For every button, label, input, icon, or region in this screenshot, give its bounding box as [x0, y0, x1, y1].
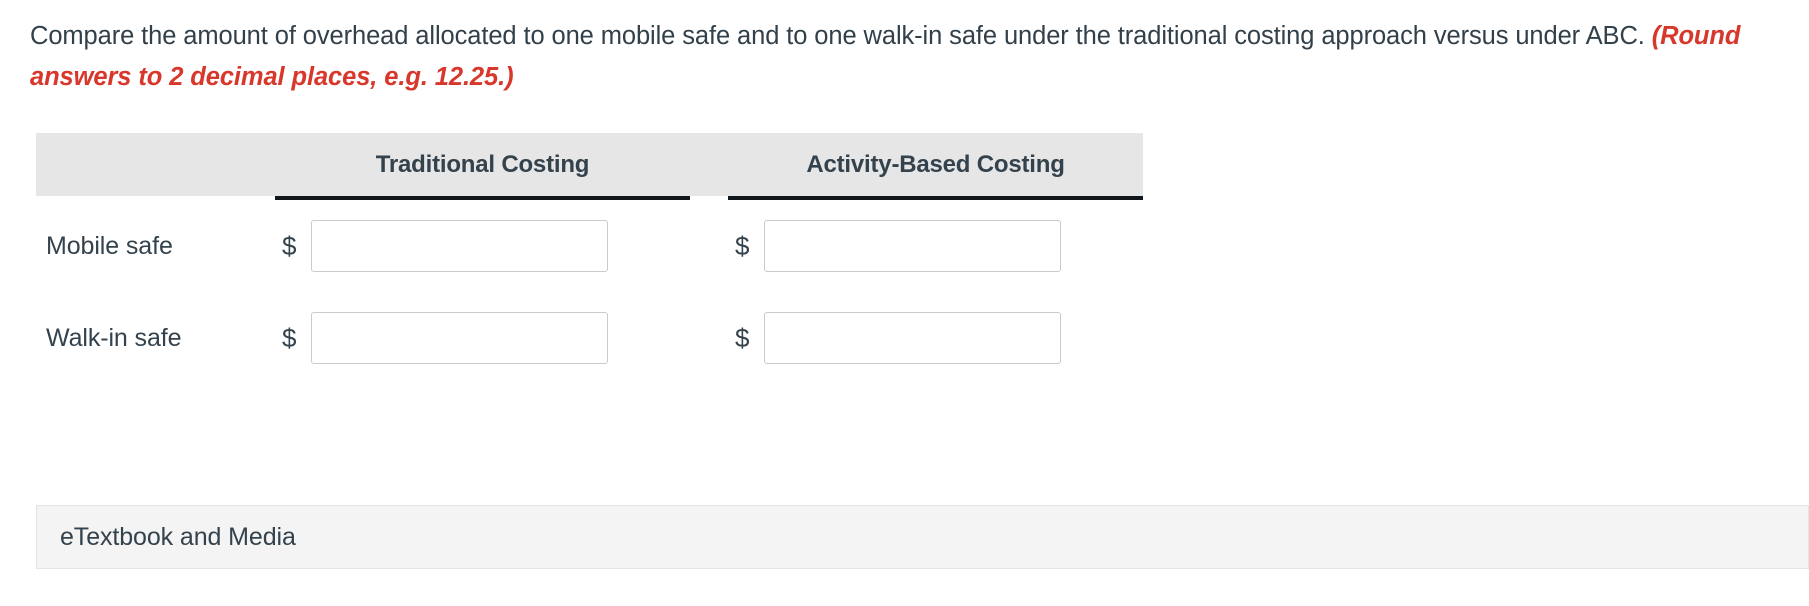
dollar-sign-icon: $	[282, 230, 297, 261]
table-header-row: Traditional Costing Activity-Based Costi…	[36, 133, 1143, 196]
input-mobile-safe-abc[interactable]	[764, 220, 1061, 272]
dollar-sign-icon: $	[735, 322, 750, 353]
etextbook-and-media-label: eTextbook and Media	[60, 522, 296, 551]
table-row: Walk-in safe $ $	[36, 292, 1143, 384]
table-header-column-gap	[690, 133, 728, 196]
dollar-sign-icon: $	[735, 230, 750, 261]
cell-mobile-safe-traditional: $	[275, 220, 690, 272]
underline-activity-based-costing	[728, 196, 1143, 200]
table-header-traditional-costing: Traditional Costing	[375, 150, 590, 178]
dollar-sign-icon: $	[282, 322, 297, 353]
table-row: Mobile safe $ $	[36, 200, 1143, 292]
cell-mobile-safe-abc: $	[728, 220, 1143, 272]
question-prompt: Compare the amount of overhead allocated…	[30, 16, 1790, 98]
prompt-text: Compare the amount of overhead allocated…	[30, 22, 1652, 50]
row-label-walk-in-safe: Walk-in safe	[46, 323, 182, 352]
underline-spacer	[36, 196, 275, 200]
table-header-activity-based-costing: Activity-Based Costing	[806, 150, 1065, 178]
row-label-mobile-safe: Mobile safe	[46, 231, 173, 260]
input-walk-in-safe-traditional[interactable]	[311, 312, 608, 364]
etextbook-and-media-panel[interactable]: eTextbook and Media	[36, 505, 1809, 569]
answer-table: Traditional Costing Activity-Based Costi…	[36, 133, 1143, 384]
input-walk-in-safe-abc[interactable]	[764, 312, 1061, 364]
input-mobile-safe-traditional[interactable]	[311, 220, 608, 272]
table-header-blank	[36, 133, 275, 196]
table-header-underlines	[36, 196, 1143, 200]
cell-walk-in-safe-traditional: $	[275, 312, 690, 364]
cell-walk-in-safe-abc: $	[728, 312, 1143, 364]
underline-gap	[690, 196, 728, 200]
underline-traditional-costing	[275, 196, 690, 200]
